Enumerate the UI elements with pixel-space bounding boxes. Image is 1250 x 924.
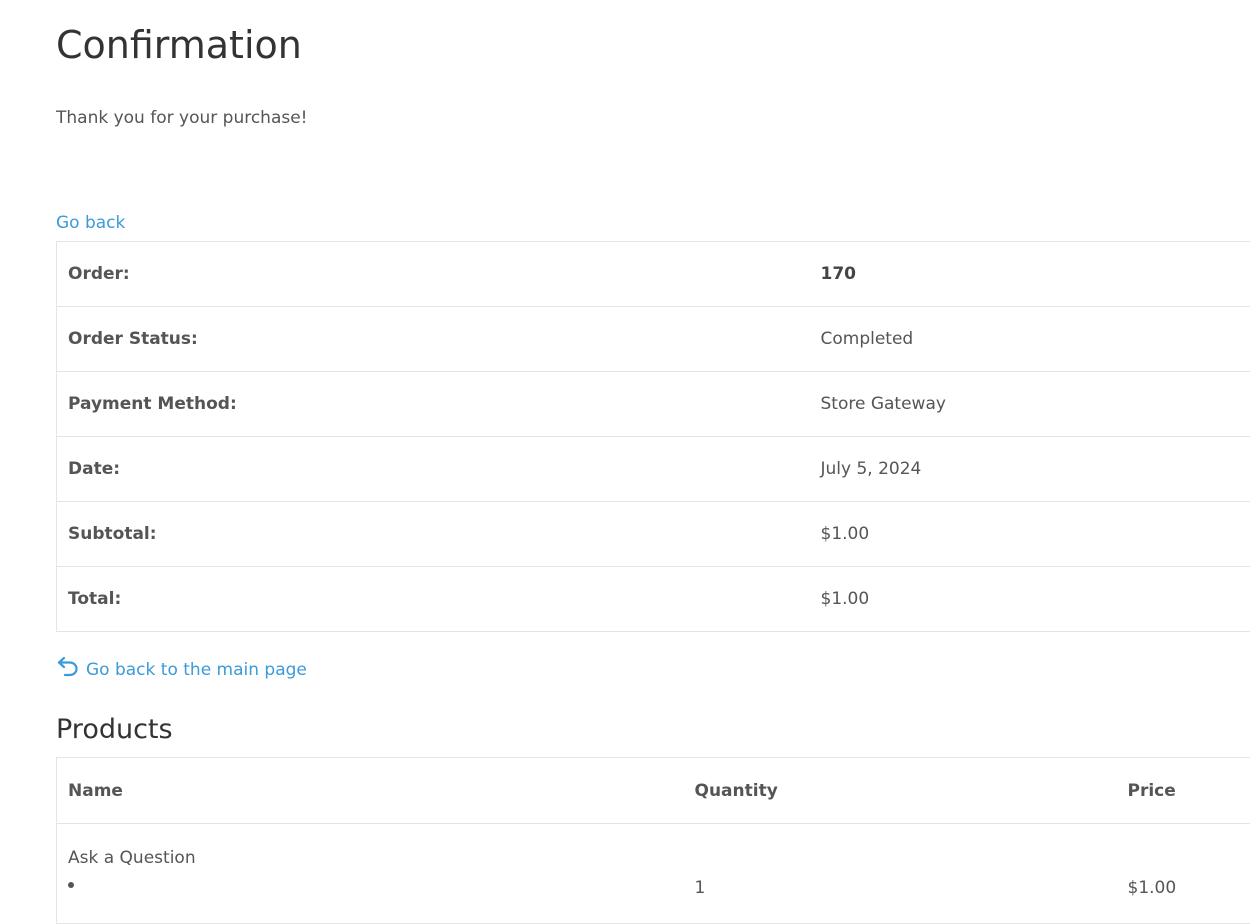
payment-method-value: Store Gateway — [810, 372, 1250, 437]
go-back-main-page-label: Go back to the main page — [86, 658, 307, 682]
product-name: Ask a Question — [68, 846, 673, 870]
products-header-row: Name Quantity Price — [57, 758, 1250, 824]
thank-you-message: Thank you for your purchase! — [56, 106, 308, 130]
product-quantity: 1 — [684, 824, 1117, 924]
column-header-price: Price — [1117, 758, 1250, 824]
order-row-date: Date: July 5, 2024 — [57, 437, 1250, 502]
product-name-cell: Ask a Question — [57, 824, 684, 924]
products-table: Name Quantity Price Ask a Question 1 $1.… — [56, 757, 1250, 924]
subtotal-label: Subtotal: — [57, 502, 810, 567]
table-row: Ask a Question 1 $1.00 — [57, 824, 1250, 924]
column-header-quantity: Quantity — [684, 758, 1117, 824]
order-details-table: Order: 170 Order Status: Completed Payme… — [56, 241, 1250, 632]
page-title: Confirmation — [56, 22, 302, 68]
go-back-main-page-link[interactable]: Go back to the main page — [56, 658, 307, 682]
subtotal-value: $1.00 — [810, 502, 1250, 567]
order-status-label: Order Status: — [57, 307, 810, 372]
total-label: Total: — [57, 567, 810, 632]
product-meta-list — [68, 882, 673, 888]
order-row-subtotal: Subtotal: $1.00 — [57, 502, 1250, 567]
go-back-link[interactable]: Go back — [56, 211, 125, 235]
total-value: $1.00 — [810, 567, 1250, 632]
order-date-label: Date: — [57, 437, 810, 502]
payment-method-label: Payment Method: — [57, 372, 810, 437]
order-status-value: Completed — [810, 307, 1250, 372]
order-number-value: 170 — [810, 242, 1250, 307]
order-number-label: Order: — [57, 242, 810, 307]
undo-arrow-icon — [56, 654, 80, 678]
order-row-status: Order Status: Completed — [57, 307, 1250, 372]
product-price: $1.00 — [1117, 824, 1250, 924]
bullet-point — [68, 882, 74, 888]
order-row-total: Total: $1.00 — [57, 567, 1250, 632]
products-title: Products — [56, 712, 173, 748]
order-row-payment: Payment Method: Store Gateway — [57, 372, 1250, 437]
order-row-number: Order: 170 — [57, 242, 1250, 307]
column-header-name: Name — [57, 758, 684, 824]
order-date-value: July 5, 2024 — [810, 437, 1250, 502]
